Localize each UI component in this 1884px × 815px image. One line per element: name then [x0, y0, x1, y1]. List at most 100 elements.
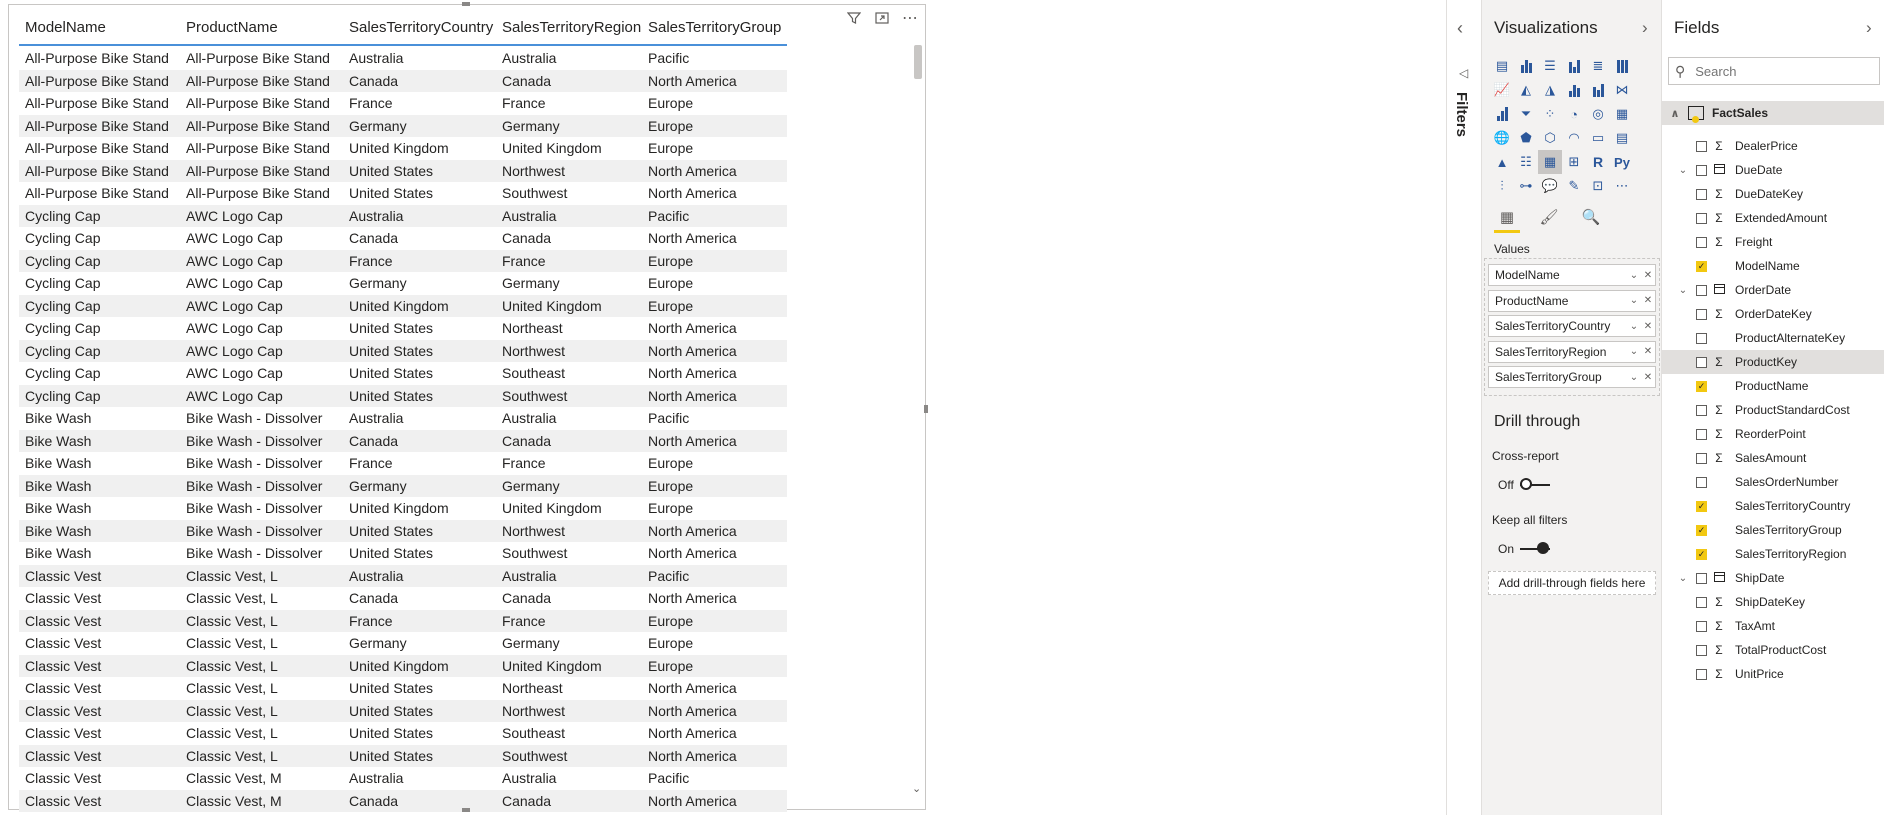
scrollbar-thumb[interactable] — [914, 45, 922, 79]
line-and-clustered-column-chart-icon[interactable] — [1586, 78, 1610, 102]
field-item[interactable]: Σ SalesAmount — [1662, 446, 1884, 470]
clustered-column-chart-icon[interactable] — [1562, 54, 1586, 78]
table-visual[interactable]: ⋯ ModelName ProductName SalesTerritoryCo… — [8, 4, 926, 812]
add-drill-through-fields[interactable]: Add drill-through fields here — [1488, 571, 1656, 595]
column-header-salesterritorycountry[interactable]: SalesTerritoryCountry — [343, 19, 496, 36]
field-checkbox[interactable] — [1696, 644, 1707, 656]
table-row[interactable]: Cycling Cap AWC Logo Cap Germany Germany Eur… — [19, 272, 787, 295]
paginated-report-icon[interactable]: ⊡ — [1586, 174, 1610, 198]
collapse-fields-icon[interactable]: › — [1866, 18, 1872, 38]
column-header-salesterritoryregion[interactable]: SalesTerritoryRegion — [496, 19, 642, 36]
field-checkbox[interactable] — [1696, 212, 1707, 224]
expand-chevron-icon[interactable]: ⌄ — [1676, 165, 1690, 176]
field-checkbox[interactable] — [1696, 596, 1707, 608]
treemap-icon[interactable]: ▦ — [1610, 102, 1634, 126]
resize-handle-right[interactable] — [924, 405, 928, 413]
table-row[interactable]: All-Purpose Bike Stand All-Purpose Bike S… — [19, 92, 787, 115]
stacked-column-chart-icon[interactable] — [1514, 54, 1538, 78]
scroll-down-icon[interactable]: ⌄ — [912, 782, 921, 795]
field-item[interactable]: Σ TaxAmt — [1662, 614, 1884, 638]
pie-chart-icon[interactable]: ◔ — [1562, 102, 1586, 126]
donut-chart-icon[interactable]: ◎ — [1586, 102, 1610, 126]
field-item[interactable]: Σ Freight — [1662, 230, 1884, 254]
fields-tab-icon[interactable]: ▦ — [1494, 204, 1520, 233]
table-visual-icon[interactable]: ▦ — [1538, 150, 1562, 174]
value-well-field[interactable]: SalesTerritoryRegion ⌄ ✕ — [1488, 340, 1656, 363]
shape-map-icon[interactable]: ⬡ — [1538, 126, 1562, 150]
map-icon[interactable]: 🌐 — [1490, 126, 1514, 150]
table-row[interactable]: Cycling Cap AWC Logo Cap United States Sout… — [19, 362, 787, 385]
resize-handle-top[interactable] — [462, 2, 470, 6]
table-row[interactable]: Cycling Cap AWC Logo Cap France France Europ… — [19, 249, 787, 272]
smart-narrative-icon[interactable]: ✎ — [1562, 174, 1586, 198]
fields-search-input[interactable] — [1693, 62, 1858, 80]
table-row[interactable]: Classic Vest Classic Vest, L United States… — [19, 722, 787, 745]
python-visual-icon[interactable]: Py — [1610, 150, 1634, 174]
table-row[interactable]: Cycling Cap AWC Logo Cap United Kingdom Uni… — [19, 294, 787, 317]
100-stacked-bar-chart-icon[interactable]: ≣ — [1586, 54, 1610, 78]
table-row[interactable]: All-Purpose Bike Stand All-Purpose Bike S… — [19, 182, 787, 205]
line-and-stacked-column-chart-icon[interactable] — [1562, 78, 1586, 102]
format-tab-icon[interactable]: 🖌 — [1536, 204, 1562, 230]
field-checkbox[interactable]: ✓ — [1696, 548, 1707, 560]
collapse-visualizations-icon[interactable]: › — [1642, 18, 1648, 38]
field-checkbox[interactable] — [1696, 620, 1707, 632]
remove-field-icon[interactable]: ✕ — [1641, 346, 1655, 357]
collapse-table-icon[interactable]: ∧ — [1662, 107, 1684, 120]
field-item[interactable]: ⌄ ShipDate — [1662, 566, 1884, 590]
ribbon-chart-icon[interactable]: ⋈ — [1610, 78, 1634, 102]
decomposition-tree-icon[interactable]: ⊶ — [1514, 174, 1538, 198]
value-well-field[interactable]: SalesTerritoryGroup ⌄ ✕ — [1488, 366, 1656, 388]
field-item[interactable]: ✓ ProductName — [1662, 374, 1884, 398]
column-header-salesterritorygroup[interactable]: SalesTerritoryGroup — [642, 19, 787, 36]
table-row[interactable]: All-Purpose Bike Stand All-Purpose Bike S… — [19, 114, 787, 137]
field-item[interactable]: Σ UnitPrice — [1662, 662, 1884, 686]
field-item[interactable]: ✓ SalesTerritoryGroup — [1662, 518, 1884, 542]
field-checkbox[interactable] — [1696, 236, 1707, 248]
table-row[interactable]: Classic Vest Classic Vest, M Canada Canada N… — [19, 789, 787, 812]
field-checkbox[interactable] — [1696, 284, 1707, 296]
field-checkbox[interactable]: ✓ — [1696, 260, 1707, 272]
filled-map-icon[interactable]: ⬟ — [1514, 126, 1538, 150]
line-chart-icon[interactable]: 📈 — [1490, 78, 1514, 102]
filters-label[interactable]: Filters — [1453, 92, 1470, 137]
column-header-productname[interactable]: ProductName — [180, 19, 343, 36]
funnel-icon[interactable]: ⏷ — [1514, 102, 1538, 126]
stacked-area-chart-icon[interactable]: ◮ — [1538, 78, 1562, 102]
field-checkbox[interactable] — [1696, 164, 1707, 176]
table-row[interactable]: All-Purpose Bike Stand All-Purpose Bike S… — [19, 159, 787, 182]
kpi-icon[interactable]: ▲ — [1490, 150, 1514, 174]
field-checkbox[interactable]: ✓ — [1696, 380, 1707, 392]
field-item[interactable]: ✓ SalesTerritoryRegion — [1662, 542, 1884, 566]
matrix-icon[interactable]: ⊞ — [1562, 150, 1586, 174]
table-row[interactable]: All-Purpose Bike Stand All-Purpose Bike S… — [19, 47, 787, 70]
expand-chevron-icon[interactable]: ⌄ — [1676, 285, 1690, 296]
gauge-icon[interactable]: ◠ — [1562, 126, 1586, 150]
multi-row-card-icon[interactable]: ▤ — [1610, 126, 1634, 150]
column-header-modelname[interactable]: ModelName — [19, 19, 180, 36]
qa-visual-icon[interactable]: 💬 — [1538, 174, 1562, 198]
table-row[interactable]: Classic Vest Classic Vest, L United States… — [19, 699, 787, 722]
table-row[interactable]: Classic Vest Classic Vest, L Australia Aust… — [19, 564, 787, 587]
area-chart-icon[interactable]: ◭ — [1514, 78, 1538, 102]
field-checkbox[interactable] — [1696, 404, 1707, 416]
table-row[interactable]: All-Purpose Bike Stand All-Purpose Bike S… — [19, 137, 787, 160]
waterfall-chart-icon[interactable] — [1490, 102, 1514, 126]
chevron-down-icon[interactable]: ⌄ — [1627, 270, 1641, 281]
card-icon[interactable]: ▭ — [1586, 126, 1610, 150]
field-checkbox[interactable]: ✓ — [1696, 500, 1707, 512]
table-row[interactable]: Classic Vest Classic Vest, L Canada Canada N… — [19, 587, 787, 610]
value-well-field[interactable]: SalesTerritoryCountry ⌄ ✕ — [1488, 315, 1656, 337]
field-item[interactable]: ⌄ OrderDate — [1662, 278, 1884, 302]
field-checkbox[interactable] — [1696, 668, 1707, 680]
field-checkbox[interactable] — [1696, 356, 1707, 368]
value-well-field[interactable]: ProductName ⌄ ✕ — [1488, 289, 1656, 312]
table-row[interactable]: Cycling Cap AWC Logo Cap United States Nort… — [19, 317, 787, 340]
table-row[interactable]: Bike Wash Bike Wash - Dissolver Australia A… — [19, 407, 787, 430]
stacked-bar-chart-icon[interactable]: ▤ — [1490, 54, 1514, 78]
field-checkbox[interactable] — [1696, 332, 1707, 344]
table-row[interactable]: Cycling Cap AWC Logo Cap United States Nort… — [19, 339, 787, 362]
field-item[interactable]: ✓ SalesTerritoryCountry — [1662, 494, 1884, 518]
table-row[interactable]: Bike Wash Bike Wash - Dissolver United Sta… — [19, 542, 787, 565]
scatter-chart-icon[interactable]: ⁘ — [1538, 102, 1562, 126]
